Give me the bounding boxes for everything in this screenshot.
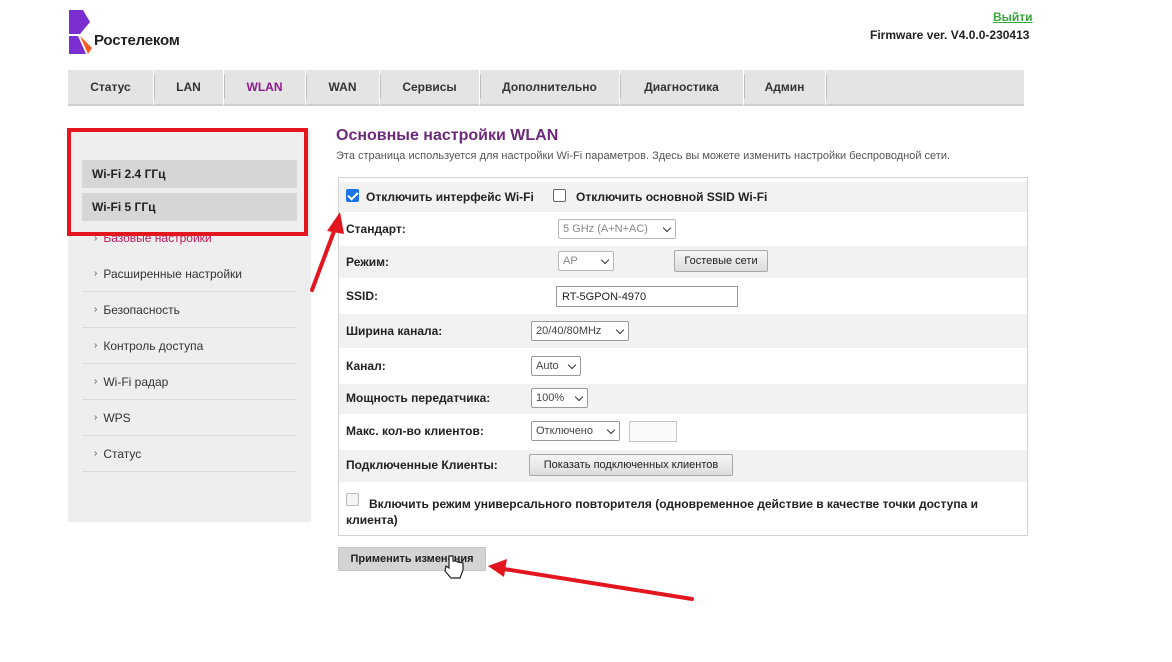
sidebar-item-wps[interactable]: › WPS bbox=[82, 400, 297, 436]
disable-wifi-label: Отключить интерфейс Wi-Fi bbox=[366, 190, 534, 204]
chevron-down-icon bbox=[662, 223, 672, 233]
page-title: Основные настройки WLAN bbox=[336, 127, 559, 144]
tx-power-label: Мощность передатчика: bbox=[346, 391, 491, 405]
mode-select[interactable]: AP bbox=[558, 251, 614, 271]
tab-status[interactable]: Статус bbox=[68, 69, 155, 105]
chevron-right-icon: › bbox=[94, 268, 98, 279]
tx-power-select-value: 100% bbox=[536, 392, 565, 404]
chevron-right-icon: › bbox=[94, 340, 98, 351]
standard-select-value: 5 GHz (A+N+AC) bbox=[563, 223, 648, 235]
tab-lan[interactable]: LAN bbox=[154, 69, 225, 105]
tab-advanced[interactable]: Дополнительно bbox=[480, 69, 621, 105]
ssid-label: SSID: bbox=[346, 289, 379, 303]
max-clients-number-input[interactable] bbox=[629, 421, 677, 442]
repeater-label: Включить режим универсального повторител… bbox=[346, 497, 978, 527]
page-description: Эта страница используется для настройки … bbox=[336, 150, 951, 162]
channel-label: Канал: bbox=[346, 359, 386, 373]
chevron-down-icon bbox=[615, 325, 625, 335]
tab-wan[interactable]: WAN bbox=[306, 69, 381, 105]
sidebar-item-label: Wi-Fi радар bbox=[103, 374, 169, 389]
tab-wlan[interactable]: WLAN bbox=[224, 69, 307, 105]
mode-label: Режим: bbox=[346, 255, 389, 269]
ssid-input[interactable]: RT-5GPON-4970 bbox=[556, 286, 738, 307]
max-clients-label: Макс. кол-во клиентов: bbox=[346, 424, 484, 438]
chevron-down-icon bbox=[606, 425, 616, 435]
channel-width-select-value: 20/40/80MHz bbox=[536, 325, 602, 337]
rostelecom-logo: Ростелеком bbox=[66, 8, 206, 58]
red-arrow-icon bbox=[488, 559, 694, 601]
sidebar-item-access-control[interactable]: › Контроль доступа bbox=[82, 328, 297, 364]
disable-wifi-checkbox[interactable] bbox=[346, 189, 359, 202]
channel-select[interactable]: Auto bbox=[531, 356, 581, 376]
channel-width-select[interactable]: 20/40/80MHz bbox=[531, 321, 629, 341]
rostelecom-logo-icon bbox=[69, 10, 92, 54]
show-clients-button[interactable]: Показать подключенных клиентов bbox=[529, 454, 733, 476]
sidebar-item-label: WPS bbox=[103, 410, 131, 425]
disable-ssid-label: Отключить основной SSID Wi-Fi bbox=[576, 190, 768, 204]
sidebar-item-advanced-settings[interactable]: › Расширенные настройки bbox=[82, 256, 297, 292]
channel-select-value: Auto bbox=[536, 360, 559, 372]
mode-select-value: AP bbox=[563, 255, 578, 267]
chevron-right-icon: › bbox=[94, 448, 98, 459]
chevron-right-icon: › bbox=[94, 412, 98, 423]
standard-select[interactable]: 5 GHz (A+N+AC) bbox=[558, 219, 676, 239]
chevron-down-icon bbox=[600, 255, 610, 265]
sidebar-item-label: Контроль доступа bbox=[103, 338, 204, 353]
max-clients-select-value: Отключено bbox=[536, 425, 593, 437]
tab-diagnostics[interactable]: Диагностика bbox=[620, 69, 745, 105]
sidebar-item-label: Безопасность bbox=[103, 302, 180, 317]
settings-row-channel bbox=[339, 350, 1027, 382]
annotation-red-box bbox=[67, 128, 308, 236]
sidebar-item-label: Расширенные настройки bbox=[103, 266, 242, 281]
disable-ssid-checkbox[interactable] bbox=[553, 189, 566, 202]
settings-row-standard bbox=[339, 214, 1027, 244]
guest-networks-button[interactable]: Гостевые сети bbox=[674, 250, 768, 272]
chevron-right-icon: › bbox=[94, 304, 98, 315]
standard-label: Стандарт: bbox=[346, 222, 406, 236]
sidebar-item-label: Статус bbox=[103, 446, 142, 461]
chevron-right-icon: › bbox=[94, 376, 98, 387]
max-clients-select[interactable]: Отключено bbox=[531, 421, 620, 441]
connected-clients-label: Подключенные Клиенты: bbox=[346, 458, 498, 472]
chevron-down-icon bbox=[567, 360, 577, 370]
tab-services[interactable]: Сервисы bbox=[380, 69, 481, 105]
logout-link[interactable]: Выйти bbox=[993, 10, 1033, 24]
sidebar-item-security[interactable]: › Безопасность bbox=[82, 292, 297, 328]
firmware-version: Firmware ver. V4.0.0-230413 bbox=[870, 28, 1030, 42]
tab-admin[interactable]: Админ bbox=[744, 69, 827, 105]
brand-name: Ростелеком bbox=[94, 32, 180, 49]
tx-power-select[interactable]: 100% bbox=[531, 388, 588, 408]
top-nav: Статус LAN WLAN WAN Сервисы Дополнительн… bbox=[68, 69, 1024, 106]
channel-width-label: Ширина канала: bbox=[346, 324, 443, 338]
apply-changes-button[interactable]: Применить изменения bbox=[338, 547, 486, 571]
chevron-down-icon bbox=[574, 392, 584, 402]
sidebar-item-wifi-radar[interactable]: › Wi-Fi радар bbox=[82, 364, 297, 400]
sidebar-item-status[interactable]: › Статус bbox=[82, 436, 297, 472]
